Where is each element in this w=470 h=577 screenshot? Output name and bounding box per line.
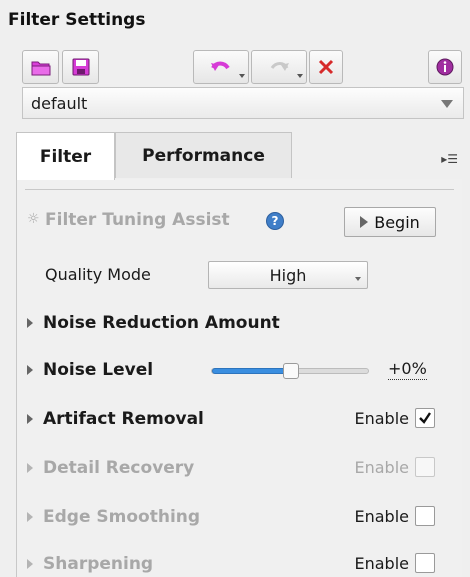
- begin-button[interactable]: Begin: [344, 207, 436, 237]
- slider-thumb[interactable]: [283, 363, 299, 379]
- enable-label: Enable: [354, 553, 410, 573]
- open-button[interactable]: [22, 50, 59, 84]
- undo-button[interactable]: [193, 50, 249, 84]
- edge-smoothing-enable[interactable]: Enable: [354, 506, 435, 526]
- tab-bar: Filter Performance ▸☰: [16, 132, 462, 180]
- close-x-icon: [318, 59, 334, 75]
- expand-caret-icon: [27, 559, 33, 569]
- info-icon: [436, 58, 454, 76]
- info-button[interactable]: [428, 50, 462, 84]
- section-sharpening: Sharpening Enable: [17, 553, 463, 577]
- checkbox: [415, 457, 435, 477]
- quality-label: Quality Mode: [45, 265, 151, 284]
- reset-button[interactable]: [309, 50, 343, 84]
- chevron-down-icon: [297, 74, 303, 78]
- noise-level-slider[interactable]: [211, 363, 369, 379]
- enable-label: Enable: [354, 506, 410, 526]
- checkbox[interactable]: [415, 408, 435, 428]
- divider: [25, 189, 454, 190]
- chevron-down-icon: [239, 74, 245, 78]
- expand-caret-icon: [27, 463, 33, 473]
- quality-row: Quality Mode High: [17, 261, 463, 289]
- redo-icon: [270, 62, 289, 71]
- noise-level-value[interactable]: +0%: [388, 359, 427, 380]
- preset-value: default: [31, 93, 88, 113]
- artifact-removal-enable[interactable]: Enable: [354, 408, 435, 428]
- enable-label: Enable: [354, 408, 410, 428]
- quality-select[interactable]: High: [208, 261, 368, 289]
- section-artifact-removal: Artifact Removal Enable: [17, 408, 463, 432]
- slider-fill: [212, 368, 291, 374]
- tab-menu-icon[interactable]: ▸☰: [441, 152, 458, 166]
- noise-reduction-label: Noise Reduction Amount: [43, 313, 280, 333]
- checkbox[interactable]: [415, 506, 435, 526]
- gear-icon: ☼: [27, 211, 40, 227]
- expand-caret-icon: [27, 318, 33, 328]
- section-noise-level: Noise Level +0%: [17, 359, 463, 383]
- folder-icon: [31, 61, 50, 76]
- filter-panel: ☼ Filter Tuning Assist ? Begin Quality M…: [16, 179, 462, 577]
- section-edge-smoothing: Edge Smoothing Enable: [17, 506, 463, 530]
- checkbox[interactable]: [415, 553, 435, 573]
- redo-button[interactable]: [251, 50, 307, 84]
- tab-filter[interactable]: Filter: [16, 132, 115, 180]
- toolbar: [22, 50, 464, 86]
- detail-recovery-label: Detail Recovery: [43, 458, 195, 478]
- save-icon: [72, 58, 89, 76]
- detail-recovery-enable: Enable: [354, 457, 435, 477]
- expand-caret-icon[interactable]: [27, 365, 33, 375]
- section-detail-recovery: Detail Recovery Enable: [17, 457, 463, 481]
- preset-select[interactable]: default: [22, 87, 464, 119]
- expand-caret-icon: [27, 512, 33, 522]
- checkmark-icon: [419, 412, 431, 424]
- section-noise-reduction[interactable]: Noise Reduction Amount: [17, 312, 463, 336]
- window-title: Filter Settings: [8, 10, 146, 30]
- tab-performance[interactable]: Performance: [115, 132, 292, 178]
- sharpening-enable[interactable]: Enable: [354, 553, 435, 573]
- dropdown-arrow-icon: [441, 100, 453, 108]
- edge-smoothing-label: Edge Smoothing: [43, 507, 201, 527]
- expand-caret-icon[interactable]: [27, 414, 33, 424]
- sharpening-label: Sharpening: [43, 554, 154, 574]
- artifact-removal-label: Artifact Removal: [43, 409, 204, 429]
- chevron-down-icon: [355, 277, 361, 281]
- quality-value: High: [269, 265, 307, 285]
- assist-label: Filter Tuning Assist: [45, 210, 230, 230]
- noise-level-label: Noise Level: [43, 360, 154, 380]
- enable-label: Enable: [354, 457, 410, 477]
- help-icon[interactable]: ?: [266, 212, 284, 230]
- begin-button-label: Begin: [374, 212, 420, 232]
- save-button[interactable]: [62, 50, 99, 84]
- assist-row: ☼ Filter Tuning Assist ? Begin: [17, 207, 463, 237]
- undo-icon: [211, 61, 230, 71]
- play-icon: [360, 216, 369, 228]
